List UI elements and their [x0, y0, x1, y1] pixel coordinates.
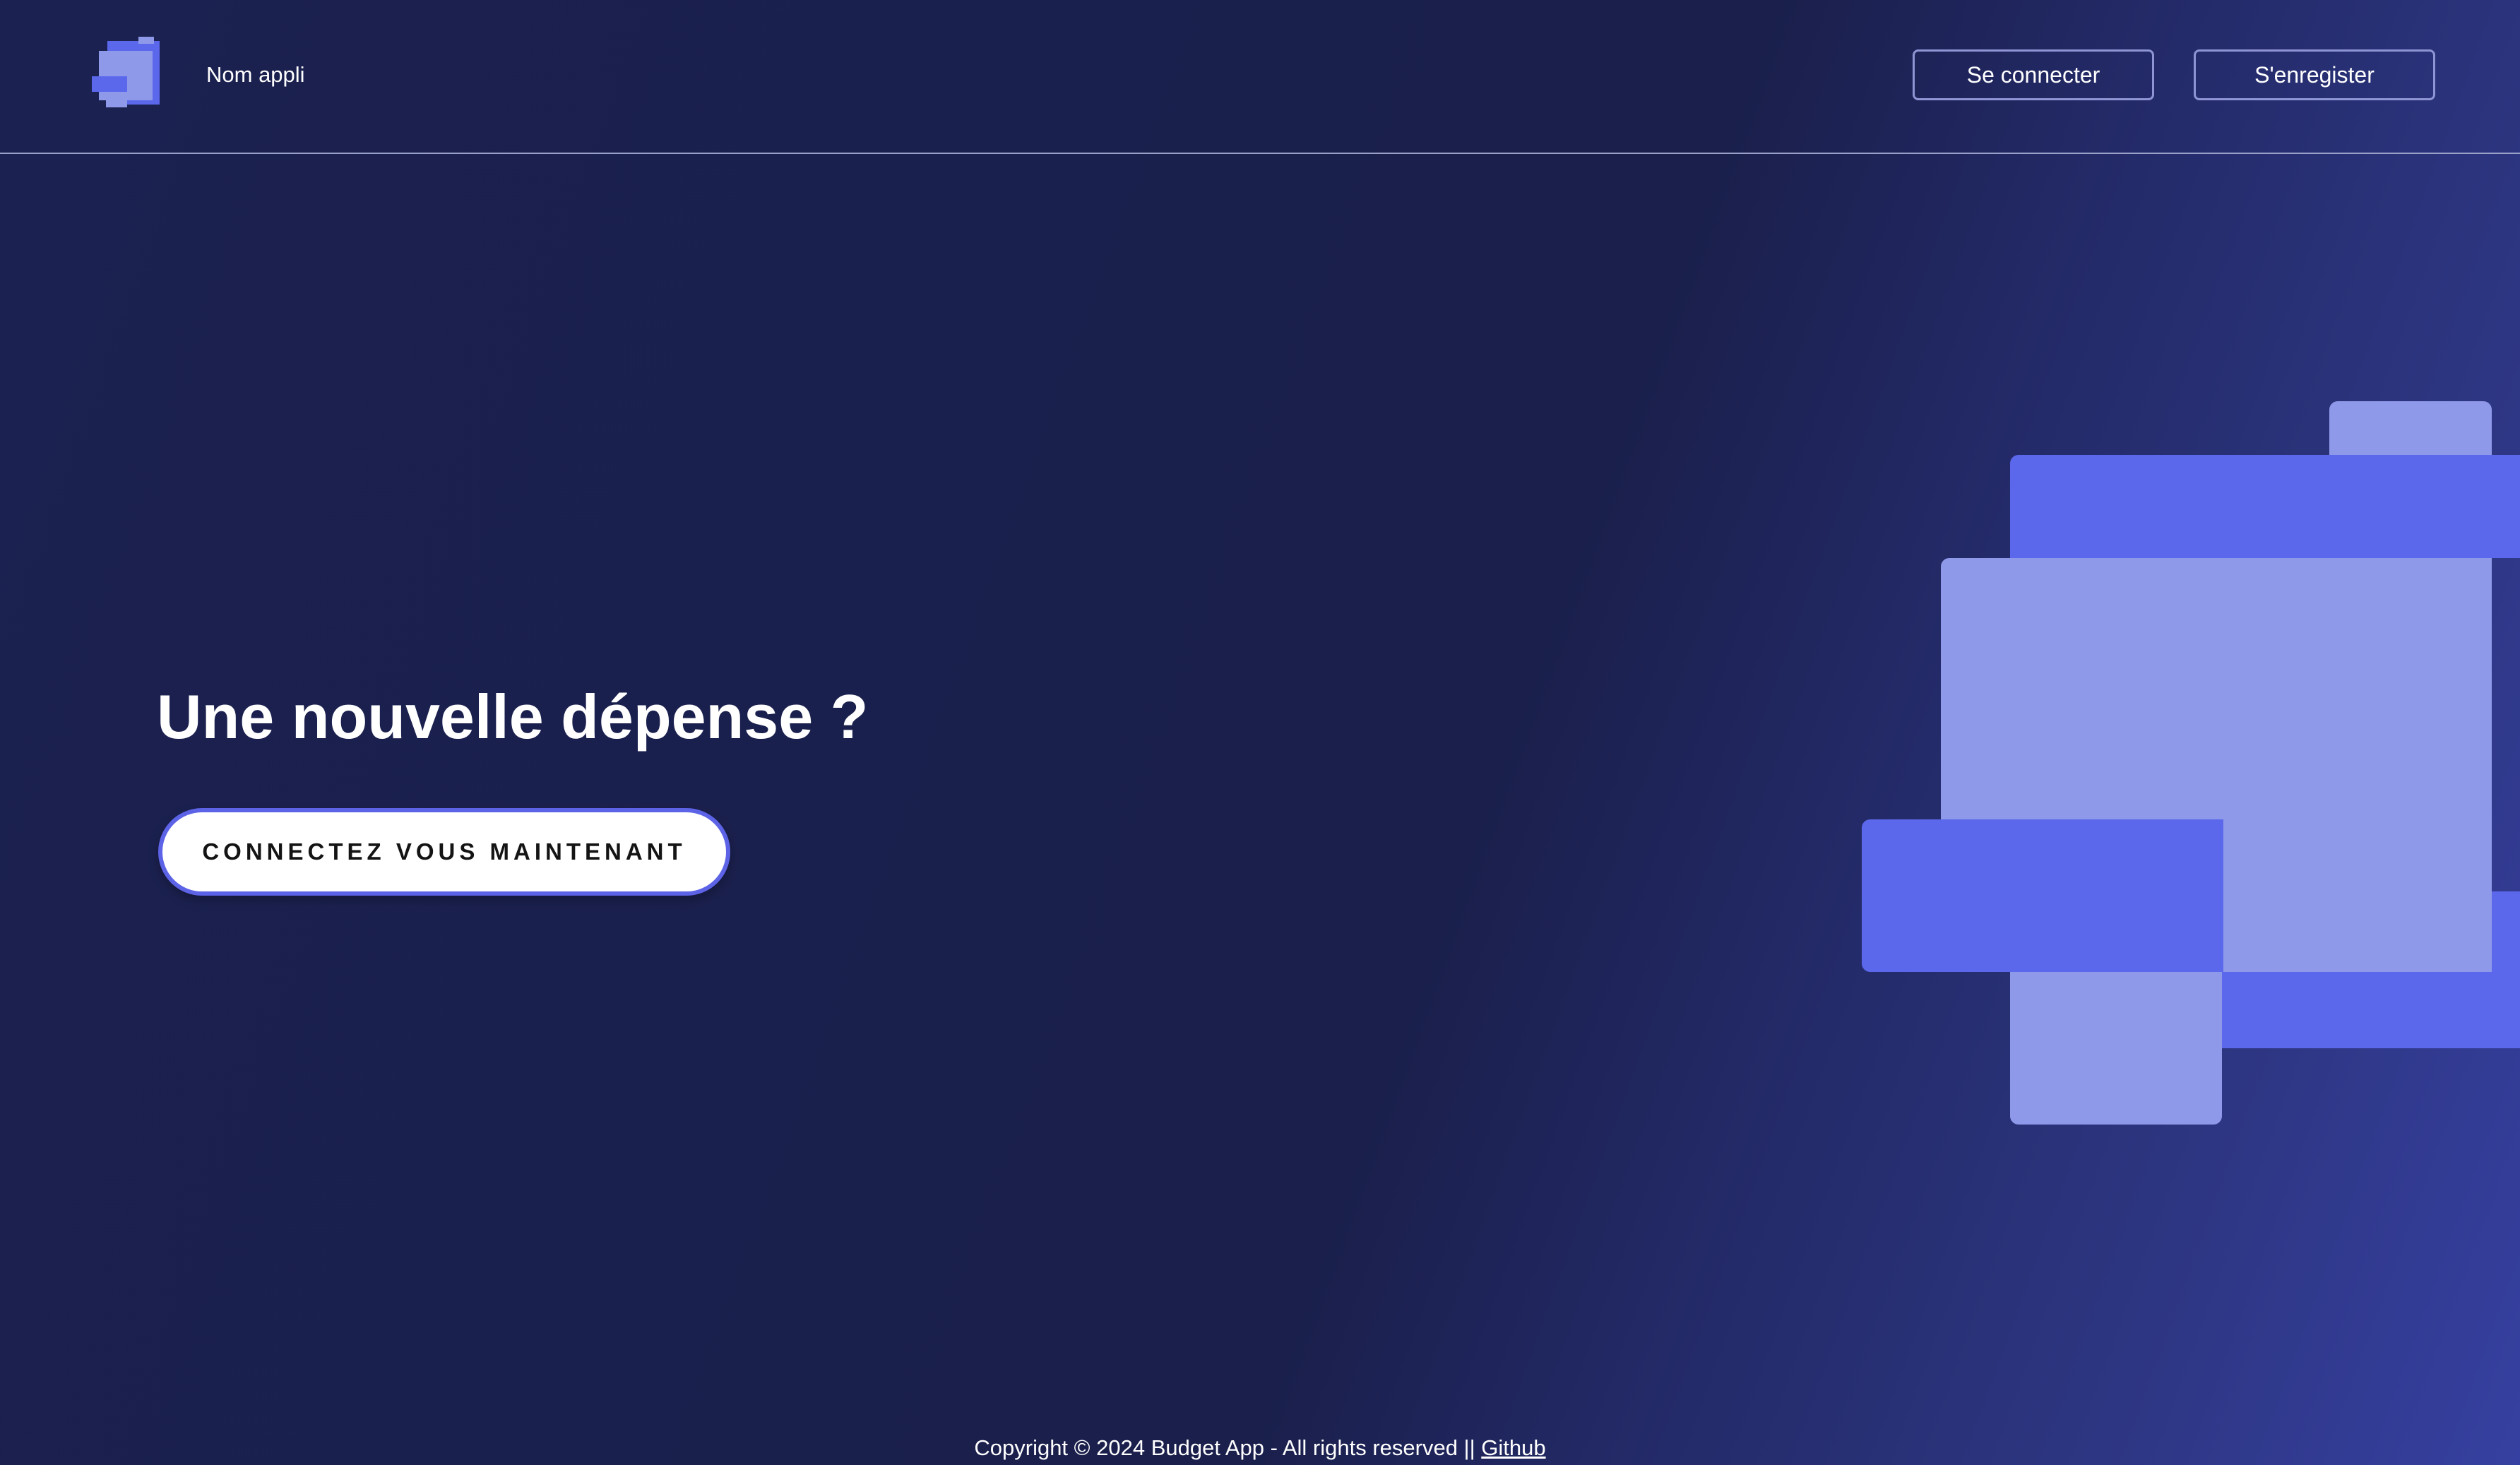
deco-top-bar: [2010, 455, 2520, 558]
app-logo-icon[interactable]: [92, 37, 160, 109]
connect-now-button[interactable]: CONNECTEZ VOUS MAINTENANT: [158, 808, 730, 896]
deco-bottom-right-bar: [2222, 972, 2520, 1048]
copyright-text: Copyright © 2024 Budget App - All rights…: [974, 1435, 1482, 1460]
github-link[interactable]: Github: [1481, 1435, 1545, 1460]
register-button[interactable]: S'enregister: [2194, 49, 2435, 100]
deco-bottom-block: [2010, 972, 2222, 1125]
logo-bottom-block: [106, 92, 127, 107]
footer: Copyright © 2024 Budget App - All rights…: [0, 1434, 2520, 1462]
logo-side-block: [92, 76, 127, 92]
top-navbar: Nom appli Se connecter S'enregister: [0, 0, 2520, 154]
deco-left-bar: [1862, 819, 2223, 972]
deco-right-edge: [2492, 891, 2520, 972]
app-name: Nom appli: [206, 62, 305, 87]
hero-title: Une nouvelle dépense ?: [157, 682, 869, 752]
login-button[interactable]: Se connecter: [1913, 49, 2154, 100]
logo-top-tab: [138, 37, 154, 44]
